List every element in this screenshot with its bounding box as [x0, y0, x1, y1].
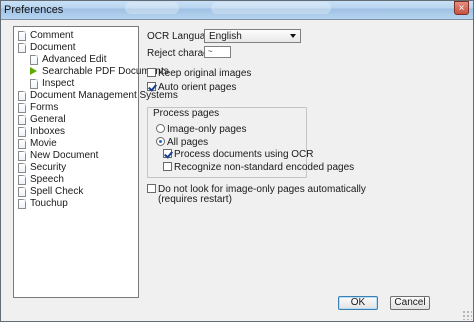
image-only-pages-radio[interactable] — [156, 124, 165, 133]
preferences-dialog: Preferences × Comment Document Advanced … — [0, 0, 474, 322]
sidebar-item-label: Speech — [30, 174, 64, 185]
sidebar-item-label: Spell Check — [30, 186, 84, 197]
reject-character-field[interactable]: ~ — [204, 46, 231, 58]
sidebar-item-label: Document Management Systems — [30, 90, 178, 101]
ocr-language-dropdown[interactable]: English — [204, 29, 301, 43]
recognize-non-standard-encoded-pages-checkbox[interactable] — [163, 162, 172, 171]
document-icon — [18, 139, 26, 149]
auto-orient-pages-label: Auto orient pages — [158, 82, 237, 93]
sidebar-item-label: New Document — [30, 150, 99, 161]
sidebar-item-label: Inboxes — [30, 126, 66, 137]
process-documents-using-ocr-checkbox[interactable] — [163, 149, 172, 158]
green-arrow-icon — [30, 67, 37, 75]
image-only-pages-label: Image-only pages — [167, 124, 247, 135]
sidebar-item-label: Document — [30, 42, 76, 53]
document-icon — [18, 43, 26, 53]
title-bar[interactable]: Preferences × — [1, 1, 473, 20]
document-icon — [18, 163, 26, 173]
sidebar-item-label: Comment — [30, 30, 74, 41]
document-icon — [18, 175, 26, 185]
resize-grip-icon[interactable] — [462, 310, 472, 320]
document-icon — [18, 91, 26, 101]
sidebar-item-label: Security — [30, 162, 67, 173]
chevron-down-icon — [290, 34, 296, 38]
ocr-language-value: English — [209, 31, 242, 42]
all-pages-radio[interactable] — [156, 137, 165, 146]
document-icon — [18, 127, 26, 137]
sidebar-item-label: Advanced Edit — [42, 54, 107, 65]
recognize-non-standard-encoded-pages-label: Recognize non-standard encoded pages — [174, 162, 355, 173]
document-icon — [18, 151, 26, 161]
preferences-category-tree[interactable]: Comment Document Advanced Edit Searchabl… — [13, 26, 178, 298]
keep-original-images-label: Keep original images — [158, 68, 252, 79]
titlebar-highlight — [125, 2, 179, 14]
window-title: Preferences — [4, 4, 64, 16]
sidebar-item-label: Touchup — [30, 198, 68, 209]
document-icon — [18, 103, 26, 113]
document-icon — [30, 79, 38, 89]
cancel-button[interactable]: Cancel — [390, 296, 430, 310]
sidebar-item-label: Movie — [30, 138, 57, 149]
titlebar-highlight — [211, 2, 331, 14]
do-not-look-line-2: (requires restart) — [158, 194, 232, 205]
document-icon — [18, 187, 26, 197]
ok-button[interactable]: OK — [338, 296, 378, 310]
sidebar-item-label: Inspect — [42, 78, 75, 89]
do-not-look-for-image-only-pages-checkbox[interactable] — [147, 184, 156, 193]
document-icon — [18, 199, 26, 209]
document-icon — [18, 115, 26, 125]
close-icon[interactable]: × — [454, 1, 469, 15]
process-pages-title: Process pages — [151, 108, 222, 120]
process-documents-using-ocr-label: Process documents using OCR — [174, 149, 314, 160]
sidebar-item-label: General — [30, 114, 66, 125]
document-icon — [18, 31, 26, 41]
auto-orient-pages-checkbox[interactable] — [147, 82, 156, 91]
keep-original-images-checkbox[interactable] — [147, 68, 156, 77]
sidebar-item-label: Forms — [30, 102, 59, 113]
document-icon — [30, 55, 38, 65]
